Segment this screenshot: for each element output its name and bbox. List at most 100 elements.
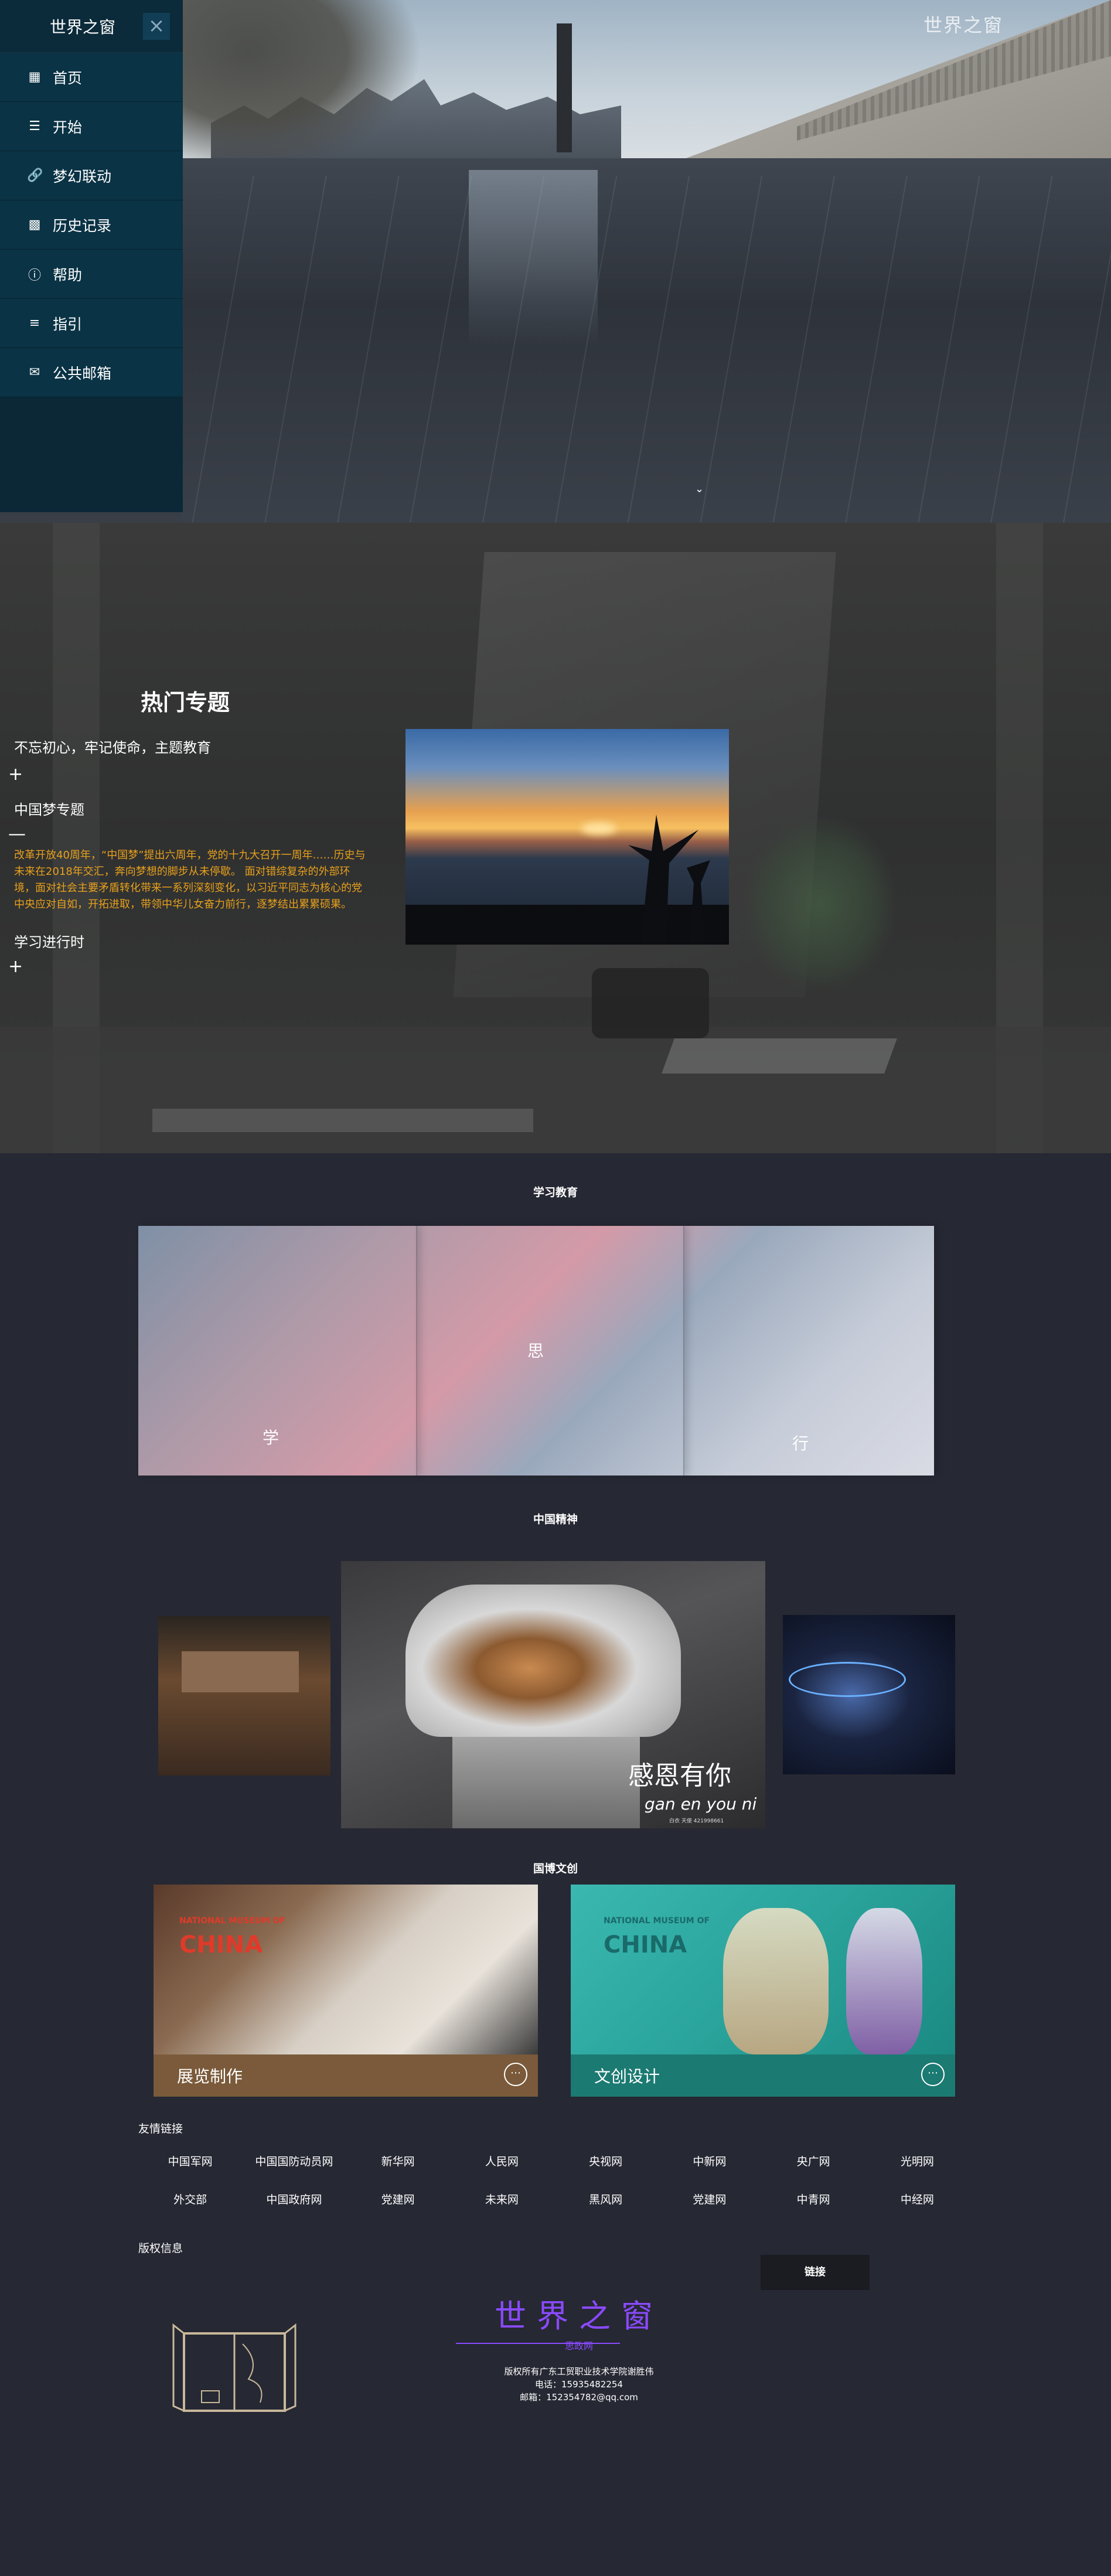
topic-sunset-image[interactable] bbox=[405, 729, 729, 945]
card-label: 展览制作 bbox=[177, 2067, 243, 2086]
friend-link[interactable]: 央广网 bbox=[762, 2153, 865, 2169]
topics-title: 热门专题 bbox=[141, 690, 230, 715]
friend-link[interactable]: 中青网 bbox=[762, 2191, 865, 2207]
exhibit-ring bbox=[789, 1662, 906, 1697]
sidebar-item-guide[interactable]: ≡ 指引 bbox=[0, 299, 183, 348]
spirit-title: 中国精神 bbox=[533, 1513, 578, 1526]
friend-link[interactable]: 中新网 bbox=[657, 2153, 761, 2169]
sidebar-item-label: 历史记录 bbox=[53, 217, 112, 234]
card-vase-right bbox=[846, 1908, 922, 2054]
collapse-minus-icon[interactable]: — bbox=[8, 824, 26, 844]
learn-title: 学习教育 bbox=[533, 1186, 578, 1199]
friend-link[interactable]: 未来网 bbox=[450, 2191, 554, 2207]
background-camera bbox=[592, 968, 709, 1038]
friend-link[interactable]: 中国国防动员网 bbox=[242, 2153, 346, 2169]
sidebar-item-label: 首页 bbox=[53, 69, 83, 87]
hot-topics-section: 热门专题 不忘初心，牢记使命，主题教育 + 中国梦专题 — 改革开放40周年，“… bbox=[0, 523, 1111, 1153]
card-museum-label: NATIONAL MUSEUM OF bbox=[604, 1916, 710, 1926]
footer-copyright: 版权所有广东工贸职业技术学院谢胜伟 bbox=[504, 2366, 654, 2377]
sidebar-item-history[interactable]: ▩ 历史记录 bbox=[0, 200, 183, 250]
learn-label-think: 思 bbox=[527, 1341, 544, 1361]
hero-reflection bbox=[469, 170, 598, 346]
sidebar-title: 世界之窗 bbox=[49, 17, 115, 37]
friend-link[interactable]: 中经网 bbox=[865, 2191, 969, 2207]
topic-item-education[interactable]: 不忘初心，牢记使命，主题教育 bbox=[14, 736, 211, 757]
friend-link[interactable]: 党建网 bbox=[657, 2191, 761, 2207]
more-icon[interactable]: ⋯ bbox=[504, 2063, 527, 2086]
friend-link[interactable]: 中国政府网 bbox=[242, 2191, 346, 2207]
sidebar-item-start[interactable]: ☰ 开始 bbox=[0, 102, 183, 151]
footer-phone: 电话：15935482254 bbox=[535, 2379, 623, 2390]
more-icon[interactable]: ⋯ bbox=[921, 2063, 945, 2086]
culture-card-design[interactable]: NATIONAL MUSEUM OF CHINA 文创设计 ⋯ bbox=[571, 1885, 955, 2097]
topic-item-chinese-dream[interactable]: 中国梦专题 bbox=[14, 798, 84, 819]
card-vase-left bbox=[723, 1908, 829, 2054]
poster-goggle bbox=[405, 1585, 681, 1737]
learn-label-act: 行 bbox=[792, 1434, 809, 1453]
sidebar-item-label: 公共邮箱 bbox=[53, 364, 112, 382]
expand-plus-icon[interactable]: + bbox=[8, 764, 23, 785]
list-icon: ☰ bbox=[29, 119, 40, 134]
sidebar-item-label: 帮助 bbox=[53, 266, 83, 284]
topic-chinese-dream-text: 改革开放40周年，“中国梦”提出六周年，党的十九大召开一周年……历史与未来在20… bbox=[14, 849, 366, 911]
card-china-label: CHINA bbox=[179, 1931, 263, 1958]
sidebar-item-mail[interactable]: ✉ 公共邮箱 bbox=[0, 348, 183, 397]
sidebar-item-label: 梦幻联动 bbox=[53, 168, 112, 185]
background-desk bbox=[0, 1027, 1111, 1153]
exhibit-screen bbox=[182, 1651, 299, 1692]
hero-monument bbox=[557, 23, 572, 152]
brand-subtitle: 思政网 bbox=[564, 2340, 593, 2352]
friend-link[interactable]: 黑风网 bbox=[554, 2191, 657, 2207]
poster-pinyin: gan en you ni bbox=[645, 1794, 757, 1814]
friend-link[interactable]: 党建网 bbox=[346, 2191, 450, 2207]
poster-title: 感恩有你 bbox=[628, 1761, 731, 1791]
friend-link[interactable]: 人民网 bbox=[450, 2153, 554, 2169]
grid-icon: ▦ bbox=[28, 70, 41, 84]
sidebar-item-home[interactable]: ▦ 首页 bbox=[0, 53, 183, 102]
close-icon[interactable]: × bbox=[143, 13, 170, 40]
sidebar-item-link[interactable]: 🔗 梦幻联动 bbox=[0, 151, 183, 200]
sunset-shore bbox=[405, 905, 729, 945]
mail-icon: ✉ bbox=[29, 365, 40, 380]
culture-title: 国博文创 bbox=[533, 1862, 578, 1875]
hero-tree bbox=[176, 0, 422, 176]
friend-link[interactable]: 光明网 bbox=[865, 2153, 969, 2169]
sidebar-item-label: 开始 bbox=[53, 118, 83, 136]
sidebar-item-label: 指引 bbox=[53, 315, 83, 333]
copyright-title: 版权信息 bbox=[138, 2242, 183, 2255]
card-label: 文创设计 bbox=[594, 2067, 660, 2086]
background-laptop bbox=[152, 1109, 533, 1132]
poster-small-text: 白衣 天使 421998661 bbox=[669, 1818, 724, 1824]
friend-link[interactable]: 中国军网 bbox=[138, 2153, 242, 2169]
learn-gallery: 学 思 行 bbox=[138, 1226, 934, 1476]
brand-logo-text: 世界之窗 bbox=[495, 2298, 663, 2335]
link-button[interactable]: 链接 bbox=[761, 2255, 870, 2290]
topic-item-learning[interactable]: 学习进行时 bbox=[14, 931, 84, 951]
carousel-main-image[interactable]: 感恩有你 gan en you ni 白衣 天使 421998661 bbox=[341, 1561, 765, 1828]
link-icon: 🔗 bbox=[27, 168, 43, 183]
carousel-left-image[interactable] bbox=[158, 1616, 330, 1776]
help-icon: ⓘ bbox=[28, 268, 41, 283]
background-keyboard bbox=[662, 1038, 897, 1074]
calendar-icon: ▩ bbox=[28, 217, 41, 232]
friend-links-grid: 中国军网 中国国防动员网 新华网 人民网 央视网 中新网 央广网 光明网 外交部… bbox=[138, 2153, 969, 2207]
culture-card-exhibition[interactable]: NATIONAL MUSEUM OF CHINA 展览制作 ⋯ bbox=[154, 1885, 538, 2097]
carousel-right-image[interactable] bbox=[783, 1615, 955, 1774]
sliders-icon: ≡ bbox=[29, 316, 40, 330]
hero-pool-lines bbox=[182, 176, 1111, 523]
footer-email: 邮箱：152354782@qq.com bbox=[520, 2392, 638, 2403]
sunset-sun bbox=[581, 823, 616, 834]
card-museum-label: NATIONAL MUSEUM OF bbox=[179, 1916, 286, 1926]
background-plant bbox=[744, 816, 897, 991]
chevron-down-icon[interactable]: ⌄ bbox=[695, 483, 704, 495]
expand-plus-icon[interactable]: + bbox=[8, 956, 23, 977]
learn-panel[interactable] bbox=[684, 1226, 934, 1476]
learn-label-study: 学 bbox=[263, 1428, 280, 1447]
card-image bbox=[154, 1885, 538, 2054]
sidebar-item-help[interactable]: ⓘ 帮助 bbox=[0, 250, 183, 299]
friend-link[interactable]: 新华网 bbox=[346, 2153, 450, 2169]
friend-link[interactable]: 央视网 bbox=[554, 2153, 657, 2169]
hero-watermark: 世界之窗 bbox=[923, 14, 1004, 36]
friend-link[interactable]: 外交部 bbox=[138, 2191, 242, 2207]
learn-panel[interactable] bbox=[417, 1226, 684, 1476]
